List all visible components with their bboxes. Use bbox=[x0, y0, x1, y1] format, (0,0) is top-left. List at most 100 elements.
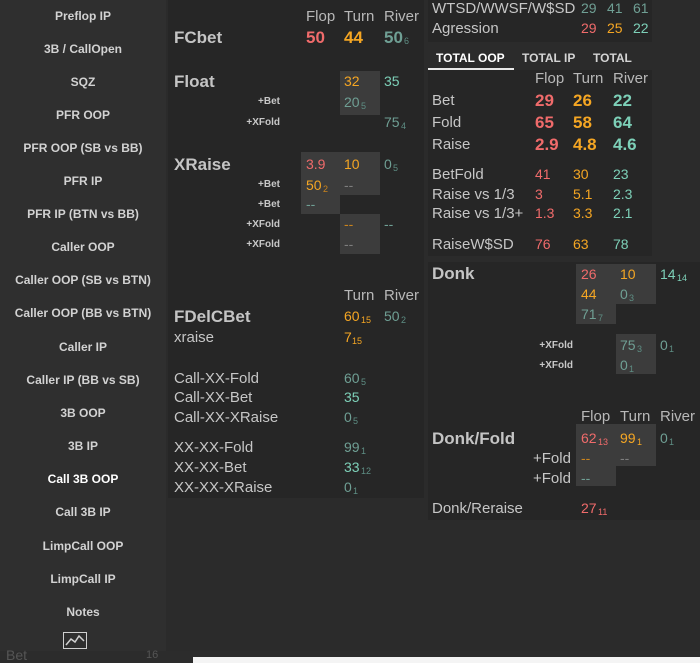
float-bet-label: +Bet bbox=[258, 96, 280, 107]
wtsd-value-2: 41 bbox=[607, 0, 623, 16]
nav-3b-callopen[interactable]: 3B / CallOpen bbox=[0, 42, 166, 56]
nav-3b-ip[interactable]: 3B IP bbox=[0, 439, 166, 453]
fcbet-turn: 44 bbox=[344, 28, 363, 47]
donk-flop-2: 44 bbox=[581, 286, 597, 302]
donk-turn-2-n: 3 bbox=[629, 293, 635, 303]
float-turn: 32 bbox=[344, 73, 360, 89]
total-bet-flop: 29 bbox=[535, 91, 554, 110]
raise-vs-third-plus-label: Raise vs 1/3+ bbox=[432, 205, 524, 222]
raisewsd-label: RaiseW$SD bbox=[432, 236, 514, 253]
xx-xx-fold-label: XX-XX-Fold bbox=[174, 439, 254, 456]
nav-caller-oop[interactable]: Caller OOP bbox=[0, 240, 166, 254]
call-xx-xraise-value: 0 bbox=[344, 409, 352, 425]
nav-limpcall-oop[interactable]: LimpCall OOP bbox=[0, 539, 166, 553]
fcbet-river-n: 6 bbox=[404, 36, 410, 46]
call-xx-fold-n: 5 bbox=[361, 377, 367, 387]
xraise-flop: 3.9 bbox=[306, 156, 326, 172]
xraise-xfold2-label: +XFold bbox=[246, 239, 280, 250]
raise-vs-third-flop: 3 bbox=[535, 186, 543, 202]
donkfold-title: Donk/Fold bbox=[432, 429, 516, 448]
nav-caller-ip[interactable]: Caller IP bbox=[0, 340, 166, 354]
donkfold-fold2-label: +Fold bbox=[533, 470, 571, 487]
donkfold-river: 0 bbox=[660, 430, 668, 446]
xx-xx-bet-value: 33 bbox=[344, 459, 360, 475]
total-raise-turn: 4.8 bbox=[573, 135, 597, 154]
float-xfold-river-n: 4 bbox=[401, 121, 407, 131]
float-xfold-river: 75 bbox=[384, 114, 400, 130]
nav-caller-oop-bb-vs-btn[interactable]: Caller OOP (BB vs BTN) bbox=[0, 306, 166, 320]
tab-total[interactable]: TOTAL bbox=[593, 51, 632, 65]
wtsd-label: WTSD/WWSF/W$SD bbox=[432, 0, 576, 17]
raisewsd-turn: 63 bbox=[573, 236, 589, 252]
donk-title: Donk bbox=[432, 264, 475, 283]
xraise-river: 0 bbox=[384, 156, 392, 172]
tab-total-oop[interactable]: TOTAL OOP bbox=[436, 51, 505, 65]
betfold-flop: 41 bbox=[535, 166, 551, 182]
xx-xx-bet-label: XX-XX-Bet bbox=[174, 459, 247, 476]
nav-pfr-oop[interactable]: PFR OOP bbox=[0, 108, 166, 122]
nav-pfr-oop-sb-vs-bb[interactable]: PFR OOP (SB vs BB) bbox=[0, 141, 166, 155]
xraise-turn: 10 bbox=[344, 156, 360, 172]
nav-notes[interactable]: Notes bbox=[0, 605, 166, 619]
xx-xx-fold-n: 1 bbox=[361, 446, 367, 456]
sidebar: Preflop IP 3B / CallOpen SQZ PFR OOP PFR… bbox=[0, 0, 166, 651]
raisewsd-flop: 76 bbox=[535, 236, 551, 252]
xraise-bet-flop-n: 2 bbox=[323, 184, 329, 194]
wtsd-value-3: 61 bbox=[633, 0, 649, 16]
betfold-label: BetFold bbox=[432, 166, 484, 183]
call-xx-xraise-label: Call-XX-XRaise bbox=[174, 409, 279, 426]
bottom-value: 16 bbox=[146, 649, 159, 661]
donk-river-n: 14 bbox=[677, 273, 688, 283]
nav-caller-oop-sb-vs-btn[interactable]: Caller OOP (SB vs BTN) bbox=[0, 273, 166, 287]
nav-3b-oop[interactable]: 3B OOP bbox=[0, 406, 166, 420]
donk-xfold-label: +XFold bbox=[539, 340, 573, 351]
nav-caller-ip-bb-vs-sb[interactable]: Caller IP (BB vs SB) bbox=[0, 373, 166, 387]
donkfold-fold2-flop: -- bbox=[581, 470, 591, 486]
nav-pfr-ip-btn-vs-bb[interactable]: PFR IP (BTN vs BB) bbox=[0, 207, 166, 221]
donk-turn-2: 0 bbox=[620, 286, 628, 302]
nav-limpcall-ip[interactable]: LimpCall IP bbox=[0, 572, 166, 586]
fcbet-flop: 50 bbox=[306, 28, 325, 47]
xraise-title: XRaise bbox=[174, 155, 231, 174]
fdelcbet-turn-n: 15 bbox=[361, 315, 372, 325]
tab-total-ip[interactable]: TOTAL IP bbox=[522, 51, 575, 65]
xraise-bet2-label: +Bet bbox=[258, 199, 280, 210]
total-fold-river: 64 bbox=[613, 113, 632, 132]
total-raise-label: Raise bbox=[432, 136, 471, 153]
total-raise-river: 4.6 bbox=[613, 135, 637, 154]
header-flop: Flop bbox=[306, 8, 336, 25]
agression-value-1: 29 bbox=[581, 20, 597, 36]
agression-label: Agression bbox=[432, 20, 499, 37]
donk-flop-3: 71 bbox=[581, 306, 597, 322]
total-bet-turn: 26 bbox=[573, 91, 592, 110]
donkfold-turn: 99 bbox=[620, 430, 636, 446]
wtsd-value-1: 29 bbox=[581, 0, 597, 16]
donkfold-river-n: 1 bbox=[669, 437, 675, 447]
float-river: 35 bbox=[384, 73, 400, 89]
xraise-xfold2-turn: -- bbox=[344, 236, 354, 252]
total-bet-label: Bet bbox=[432, 92, 455, 109]
nav-preflop-ip[interactable]: Preflop IP bbox=[0, 9, 166, 23]
donk-river: 14 bbox=[660, 266, 676, 282]
nav-call-3b-oop[interactable]: Call 3B OOP bbox=[0, 472, 166, 486]
donk-turn: 10 bbox=[620, 266, 636, 282]
donk-xfold2-turn-n: 1 bbox=[629, 364, 635, 374]
donkfold-header-turn: Turn bbox=[620, 408, 651, 425]
raise-vs-third-turn: 5.1 bbox=[573, 186, 593, 202]
total-bet-river: 22 bbox=[613, 91, 632, 110]
donk-reraise-label: Donk/Reraise bbox=[432, 500, 523, 517]
nav-sqz[interactable]: SQZ bbox=[0, 75, 166, 89]
donk-xfold-turn-n: 3 bbox=[637, 344, 643, 354]
xx-xx-xraise-label: XX-XX-XRaise bbox=[174, 479, 273, 496]
nav-call-3b-ip[interactable]: Call 3B IP bbox=[0, 505, 166, 519]
donk-xfold2-label: +XFold bbox=[539, 360, 573, 371]
nav-pfr-ip[interactable]: PFR IP bbox=[0, 174, 166, 188]
call-xx-fold-value: 60 bbox=[344, 370, 360, 386]
xx-xx-xraise-n: 1 bbox=[353, 486, 359, 496]
donkfold-header-river: River bbox=[660, 408, 696, 425]
fdelcbet-xraise-turn: 7 bbox=[344, 329, 352, 345]
header-turn: Turn bbox=[344, 8, 375, 25]
float-title: Float bbox=[174, 72, 215, 91]
line-chart-icon[interactable] bbox=[63, 632, 87, 649]
donkfold-turn-n: 1 bbox=[637, 437, 643, 447]
